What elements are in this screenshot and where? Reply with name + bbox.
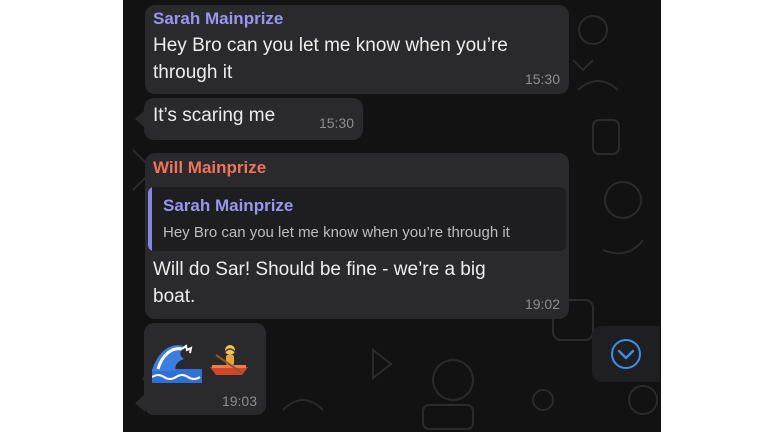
water-wave-emoji xyxy=(152,344,202,383)
message-text: It’s scaring me xyxy=(153,105,276,126)
message-bubble[interactable]: 19:03 xyxy=(144,323,266,415)
chevron-down-icon xyxy=(611,339,641,369)
message-text-line: Hey Bro can you let me know when you’re xyxy=(153,35,508,56)
message-bubble[interactable]: It’s scaring me 15:30 xyxy=(144,98,363,140)
chat-area[interactable]: Sarah Mainprize Hey Bro can you let me k… xyxy=(123,0,661,432)
message-bubble[interactable]: Will Mainprize Sarah Mainprize Hey Bro c… xyxy=(145,153,569,319)
message-text-line: boat. xyxy=(153,286,196,307)
sender-name[interactable]: Sarah Mainprize xyxy=(153,9,283,29)
reply-quote-sender: Sarah Mainprize xyxy=(163,196,294,215)
scroll-to-bottom-button[interactable] xyxy=(592,326,660,382)
reply-quote[interactable]: Sarah Mainprize Hey Bro can you let me k… xyxy=(148,187,566,251)
message-time: 19:02 xyxy=(524,296,560,312)
sender-name[interactable]: Will Mainprize xyxy=(153,158,266,178)
message-bubble[interactable]: Sarah Mainprize Hey Bro can you let me k… xyxy=(145,5,569,94)
message-time: 15:30 xyxy=(524,71,560,87)
reply-quote-bar xyxy=(148,187,152,251)
person-rowing-boat-emoji xyxy=(210,345,248,375)
message-text-line: Will do Sar! Should be fine - we’re a bi… xyxy=(153,259,486,280)
message-time: 19:03 xyxy=(221,393,257,409)
message-time: 15:30 xyxy=(318,115,354,131)
reply-quote-text: Hey Bro can you let me know when you’re … xyxy=(163,224,510,241)
message-text-line: through it xyxy=(153,62,233,83)
